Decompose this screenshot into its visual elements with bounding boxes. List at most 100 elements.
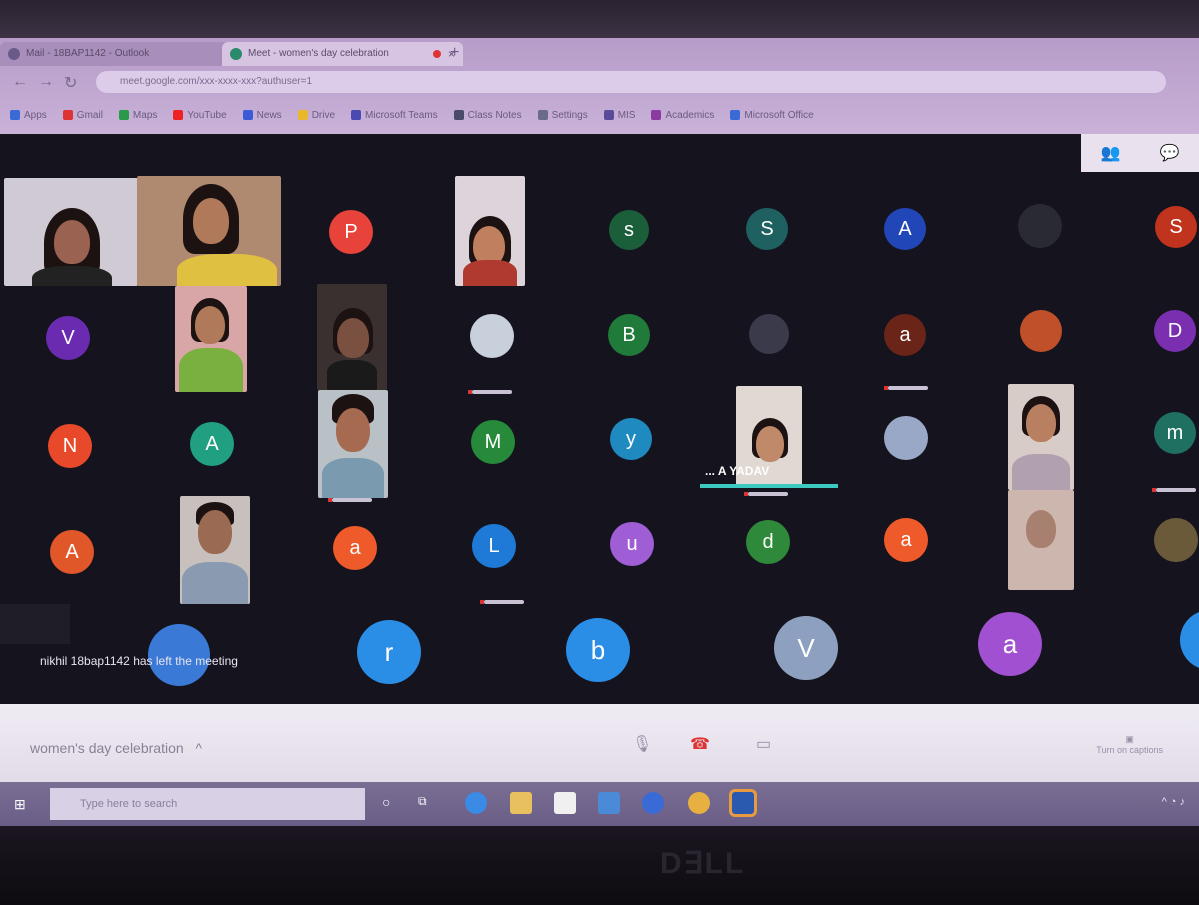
bookmark-item[interactable]: Drive xyxy=(297,110,335,121)
profile-photo[interactable] xyxy=(1018,204,1062,248)
chrome-icon[interactable] xyxy=(688,792,710,814)
notes-icon xyxy=(453,110,464,120)
participant-avatar[interactable]: m xyxy=(1154,412,1196,454)
camera-icon[interactable]: ▭ xyxy=(756,734,771,754)
bookmark-item[interactable]: Microsoft Teams xyxy=(351,110,438,121)
avatar-letter: D xyxy=(1167,319,1183,342)
participant-video[interactable] xyxy=(317,284,387,390)
address-bar[interactable]: meet.google.com/xxx-xxxx-xxx?authuser=1 xyxy=(96,71,1166,93)
tab-meet[interactable]: Meet - women's day celebration × xyxy=(222,42,463,66)
profile-photo[interactable] xyxy=(1020,310,1062,352)
bookmark-item[interactable]: Maps xyxy=(118,110,157,121)
participants-icon[interactable]: 👥 xyxy=(1101,143,1121,163)
ie-icon[interactable] xyxy=(642,792,664,814)
microphone-icon[interactable]: 🎙 xyxy=(632,734,652,754)
participant-video[interactable] xyxy=(180,496,250,604)
forward-icon[interactable]: → xyxy=(38,73,54,91)
reload-icon[interactable]: ↻ xyxy=(64,73,77,93)
avatar-letter: a xyxy=(1002,628,1018,659)
participant-avatar[interactable] xyxy=(1180,610,1199,670)
profile-photo[interactable] xyxy=(1154,518,1198,562)
participant-avatar[interactable]: L xyxy=(472,524,516,568)
hang-up-icon[interactable]: ☎ xyxy=(690,734,710,754)
name-label xyxy=(328,498,372,502)
file-explorer-icon[interactable] xyxy=(510,792,532,814)
bookmark-item[interactable]: Microsoft Office xyxy=(730,110,814,121)
mail-icon[interactable] xyxy=(598,792,620,814)
participant-video[interactable] xyxy=(318,390,388,498)
profile-photo[interactable] xyxy=(749,314,789,354)
meeting-controls-bar: women's day celebration ^ 🎙 ☎ ▭ ▣ Turn o… xyxy=(0,704,1199,782)
participant-avatar[interactable]: a xyxy=(978,612,1042,676)
participant-avatar[interactable]: B xyxy=(608,314,650,356)
edge-icon[interactable] xyxy=(465,792,487,814)
taskbar-search[interactable]: Type here to search xyxy=(50,788,365,820)
participant-avatar[interactable]: V xyxy=(46,316,90,360)
participant-video[interactable] xyxy=(1008,384,1074,490)
bookmark-item[interactable]: Gmail xyxy=(62,110,103,121)
bookmark-item[interactable]: Apps xyxy=(10,110,47,121)
tab-label: Mail - 18BAP1142 - Outlook xyxy=(26,48,150,59)
participant-avatar[interactable]: d xyxy=(746,520,790,564)
store-icon[interactable] xyxy=(554,792,576,814)
participant-avatar[interactable]: N xyxy=(48,424,92,468)
left-meeting-toast: nikhil 18bap1142 has left the meeting xyxy=(40,654,238,668)
participant-avatar[interactable]: a xyxy=(333,526,377,570)
avatar-letter: A xyxy=(65,540,79,563)
avatar-letter: P xyxy=(344,220,358,243)
avatar-letter: V xyxy=(797,632,815,663)
browser-chrome: Mail - 18BAP1142 - Outlook × Meet - wome… xyxy=(0,38,1199,134)
participant-avatar[interactable]: P xyxy=(329,210,373,254)
participant-avatar[interactable]: D xyxy=(1154,310,1196,352)
name-label xyxy=(468,390,512,394)
participant-video[interactable] xyxy=(4,178,138,286)
participant-avatar[interactable]: M xyxy=(471,420,515,464)
participant-video[interactable] xyxy=(175,286,247,392)
chat-icon[interactable]: 💬 xyxy=(1160,143,1180,163)
cortana-icon[interactable]: ○ xyxy=(382,794,390,810)
meeting-top-controls: 👥 💬 xyxy=(1081,134,1199,172)
captions-button[interactable]: ▣ Turn on captions xyxy=(1096,734,1163,755)
participant-avatar[interactable]: b xyxy=(566,618,630,682)
new-tab-icon[interactable]: + xyxy=(450,44,459,62)
participant-avatar[interactable]: A xyxy=(884,208,926,250)
participant-avatar[interactable]: V xyxy=(774,616,838,680)
bookmark-item[interactable]: Class Notes xyxy=(453,110,522,121)
participant-avatar[interactable]: A xyxy=(50,530,94,574)
back-icon[interactable]: ← xyxy=(12,73,28,91)
participant-video[interactable] xyxy=(137,176,281,286)
participant-avatar[interactable]: S xyxy=(746,208,788,250)
avatar-letter: a xyxy=(900,528,912,551)
participant-video[interactable] xyxy=(1008,490,1074,590)
recording-dot-icon xyxy=(433,50,441,58)
participant-avatar[interactable]: y xyxy=(610,418,652,460)
participant-avatar[interactable]: r xyxy=(357,620,421,684)
profile-photo[interactable] xyxy=(884,416,928,460)
tab-outlook[interactable]: Mail - 18BAP1142 - Outlook × xyxy=(0,42,236,66)
participant-avatar[interactable]: a xyxy=(884,314,926,356)
participant-avatar[interactable]: a xyxy=(884,518,928,562)
word-icon[interactable] xyxy=(729,789,757,817)
bookmark-item[interactable]: YouTube xyxy=(173,110,227,121)
windows-start-icon[interactable]: ⊞ xyxy=(14,796,28,812)
participant-video[interactable] xyxy=(455,176,525,286)
bookmark-item[interactable]: Settings xyxy=(537,110,588,121)
bookmark-item[interactable]: News xyxy=(242,110,282,121)
task-view-icon[interactable]: ⧉ xyxy=(418,794,427,809)
office-icon xyxy=(730,110,741,120)
speaker-name: ... A YADAV xyxy=(705,464,770,478)
bookmark-item[interactable]: MIS xyxy=(603,110,635,121)
avatar-letter: s xyxy=(624,218,634,241)
avatar-letter: A xyxy=(205,432,219,455)
participant-avatar[interactable]: A xyxy=(190,422,234,466)
system-tray[interactable]: ^ ◔ ♪ xyxy=(1162,796,1185,808)
profile-photo[interactable] xyxy=(470,314,514,358)
meeting-details[interactable]: women's day celebration ^ xyxy=(30,740,202,756)
participant-avatar[interactable]: u xyxy=(610,522,654,566)
omnibar: ← → ↻ meet.google.com/xxx-xxxx-xxx?authu… xyxy=(0,68,1199,98)
avatar-letter: b xyxy=(590,634,606,665)
participant-avatar[interactable]: s xyxy=(609,210,649,250)
avatar-letter: S xyxy=(1169,215,1183,238)
bookmark-item[interactable]: Academics xyxy=(651,110,714,121)
participant-avatar[interactable]: S xyxy=(1155,206,1197,248)
